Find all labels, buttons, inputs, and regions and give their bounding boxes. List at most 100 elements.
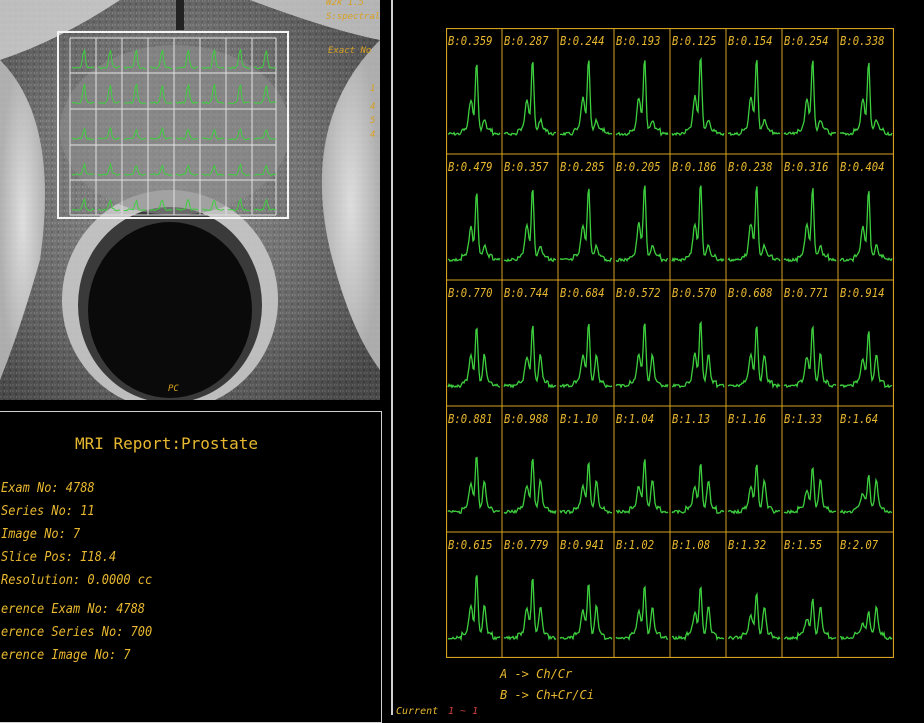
voxel-spectrum bbox=[783, 188, 837, 264]
voxel-ratio-label: B:1.04 bbox=[616, 412, 655, 426]
voxel-ratio-label: B:1.10 bbox=[560, 412, 599, 426]
voxel-spectrum bbox=[671, 320, 725, 389]
voxel-ratio-label: B:0.193 bbox=[616, 34, 661, 48]
voxel-spectrum bbox=[839, 62, 893, 137]
voxel-spectrum bbox=[727, 464, 781, 515]
current-label: Current bbox=[396, 706, 439, 717]
voxel-spectrum bbox=[615, 459, 669, 515]
voxel-ratio-label: B:0.881 bbox=[448, 412, 493, 426]
voxel-spectrum bbox=[503, 458, 557, 515]
voxel-spectrum bbox=[559, 584, 613, 641]
voxel-ratio-label: B:0.357 bbox=[504, 160, 549, 174]
voxel-ratio-label: B:0.779 bbox=[504, 538, 549, 552]
voxel-spectrum bbox=[503, 578, 557, 641]
voxel-ratio-label: B:1.02 bbox=[616, 538, 655, 552]
voxel-ratio-label: B:1.13 bbox=[672, 412, 711, 426]
voxel-ratio-label: B:0.688 bbox=[728, 286, 773, 300]
voxel-ratio-label: B:0.771 bbox=[784, 286, 829, 300]
voxel-ratio-label: B:1.08 bbox=[672, 538, 711, 552]
voxel-spectrum bbox=[727, 592, 781, 641]
slice-pos: Slice Pos: I18.4 bbox=[1, 550, 117, 565]
voxel-ratio-label: B:0.770 bbox=[448, 286, 493, 300]
reference-exam-no: erence Exam No: 4788 bbox=[1, 602, 146, 617]
voxel-spectrum bbox=[727, 186, 781, 262]
overlay-mark: 5 bbox=[370, 116, 376, 126]
series-no: Series No: 11 bbox=[1, 504, 95, 519]
voxel-ratio-label: B:1.32 bbox=[728, 538, 767, 552]
voxel-spectrum bbox=[447, 327, 501, 389]
voxel-ratio-label: B:0.154 bbox=[728, 34, 773, 48]
voxel-ratio-label: B:0.238 bbox=[728, 160, 773, 174]
spectra-grid-lines bbox=[446, 28, 894, 658]
voxel-ratio-label: B:0.914 bbox=[840, 286, 885, 300]
voxel-ratio-label: B:0.316 bbox=[784, 160, 829, 174]
orientation-marker: PC bbox=[168, 384, 179, 394]
voxel-ratio-label: B:0.988 bbox=[504, 412, 549, 426]
report-panel: MRI Report:Prostate Exam No: 4788 Series… bbox=[0, 411, 382, 723]
voxel-spectrum bbox=[559, 188, 613, 263]
voxel-spectrum bbox=[447, 193, 501, 263]
image-no: Image No: 7 bbox=[1, 527, 81, 542]
voxel-ratio-label: B:0.744 bbox=[504, 286, 549, 300]
voxel-spectrum bbox=[559, 461, 612, 515]
voxel-spectrum bbox=[671, 586, 725, 642]
voxel-spectrum bbox=[839, 474, 893, 515]
voxel-ratio-label: B:1.16 bbox=[728, 412, 767, 426]
voxel-spectrum bbox=[727, 59, 781, 137]
voxel-spectrum bbox=[503, 189, 556, 263]
voxel-spectrum bbox=[783, 598, 837, 641]
overlay-mark: 1 bbox=[370, 84, 376, 94]
voxel-ratio-label: B:0.572 bbox=[616, 286, 661, 300]
overlay-mark: 4 bbox=[370, 130, 376, 140]
voxel-ratio-label: B:1.33 bbox=[784, 412, 823, 426]
voxel-ratio-label: B:0.338 bbox=[840, 34, 885, 48]
voxel-ratio-label: B:1.55 bbox=[784, 538, 823, 552]
voxel-spectrum bbox=[839, 190, 893, 263]
mri-image bbox=[0, 0, 380, 400]
window-level-label: W2k 1.5 bbox=[326, 0, 364, 8]
reference-series-no: erence Series No: 700 bbox=[1, 625, 153, 640]
voxel-spectrum bbox=[448, 575, 501, 642]
voxel-ratio-label: B:0.244 bbox=[560, 34, 605, 48]
voxel-ratio-label: B:0.684 bbox=[560, 286, 605, 300]
voxel-spectrum bbox=[503, 62, 557, 137]
overlay-mark: 4 bbox=[370, 102, 376, 112]
voxel-spectrum bbox=[671, 185, 725, 263]
mri-image-viewport[interactable]: W2k 1.5 S:spectral Exact No 1 4 5 4 PC bbox=[0, 0, 380, 400]
voxel-ratio-label: B:0.125 bbox=[672, 34, 717, 48]
legend-a: A -> Ch/Cr bbox=[500, 667, 573, 681]
voxel-ratio-label: B:0.404 bbox=[840, 160, 885, 174]
current-value: 1 ~ 1 bbox=[448, 706, 479, 717]
voxel-spectrum bbox=[839, 331, 893, 389]
voxel-ratio-label: B:0.479 bbox=[448, 160, 493, 174]
voxel-spectrum bbox=[783, 466, 837, 515]
overlay-tag-label: Exact No bbox=[328, 46, 372, 56]
voxel-spectrum bbox=[559, 60, 613, 137]
voxel-ratio-label: B:0.570 bbox=[672, 286, 717, 300]
voxel-spectrum bbox=[727, 326, 781, 389]
legend-b: B -> Ch+Cr/Ci bbox=[500, 688, 594, 702]
sequence-label: S:spectral bbox=[326, 12, 380, 22]
voxel-spectrum bbox=[783, 60, 836, 137]
voxel-spectrum bbox=[559, 323, 613, 389]
report-title: MRI Report:Prostate bbox=[75, 434, 259, 453]
voxel-spectrum bbox=[447, 64, 501, 137]
voxel-ratio-label: B:0.287 bbox=[504, 34, 549, 48]
voxel-ratio-label: B:0.941 bbox=[560, 538, 605, 552]
voxel-ratio-label: B:0.359 bbox=[448, 34, 493, 48]
panel-divider[interactable] bbox=[391, 0, 393, 715]
voxel-ratio-label: B:2.07 bbox=[840, 538, 879, 552]
reference-image-no: erence Image No: 7 bbox=[1, 648, 131, 663]
spectra-grid[interactable]: B:0.359 B:0.287 B:0.244 B:0.193 B:0.125 B:0.1… bbox=[446, 28, 894, 658]
voxel-ratio-label: B:0.254 bbox=[784, 34, 829, 48]
voxel-spectrum bbox=[503, 325, 557, 389]
voxel-spectrum bbox=[615, 60, 669, 137]
voxel-ratio-label: B:0.285 bbox=[560, 160, 605, 174]
voxel-spectrum bbox=[671, 56, 725, 137]
voxel-spectrum bbox=[615, 185, 669, 263]
voxel-spectrum bbox=[447, 456, 501, 515]
voxel-spectrum bbox=[671, 464, 725, 515]
voxel-spectrum bbox=[783, 325, 837, 389]
voxel-ratio-label: B:0.205 bbox=[616, 160, 661, 174]
exam-no: Exam No: 4788 bbox=[1, 481, 95, 496]
